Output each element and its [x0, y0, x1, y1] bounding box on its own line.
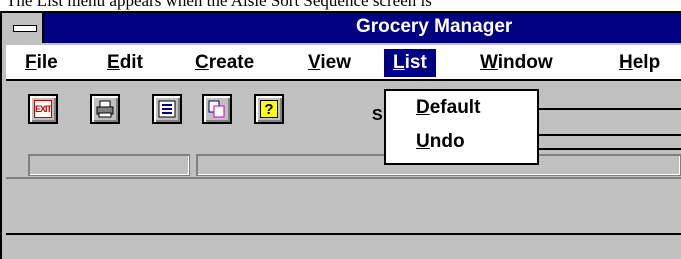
system-menu-button[interactable]: [6, 13, 44, 43]
status-bar: [6, 233, 681, 259]
menu-create[interactable]: Create: [186, 49, 263, 77]
menu-bar: File Edit Create View List Window Help: [6, 45, 681, 81]
menu-window[interactable]: Window: [471, 49, 562, 77]
print-button[interactable]: [90, 94, 120, 124]
list-dropdown-menu: Default Undo: [384, 89, 539, 165]
menu-list[interactable]: List: [384, 49, 436, 77]
help-icon: ?: [260, 100, 278, 118]
exit-button[interactable]: EXIT: [28, 94, 58, 124]
exit-icon: EXIT: [34, 100, 52, 118]
printer-icon: [96, 100, 114, 118]
status-field-left: [28, 154, 190, 176]
menu-file[interactable]: File: [16, 49, 67, 77]
copy-icon: [208, 100, 226, 118]
workspace-area: [6, 177, 681, 233]
menu-item-undo[interactable]: Undo: [416, 131, 465, 153]
list-icon: [158, 100, 176, 118]
menu-edit[interactable]: Edit: [98, 49, 152, 77]
copy-button[interactable]: [202, 94, 232, 124]
caption-text: The List menu appears when the Aisle Sor…: [6, 0, 432, 10]
menu-view[interactable]: View: [299, 49, 360, 77]
menu-help[interactable]: Help: [610, 49, 669, 77]
title-bar[interactable]: Grocery Manager: [6, 13, 681, 43]
window-title: Grocery Manager: [356, 16, 513, 37]
system-menu-icon: [13, 25, 37, 32]
list-button[interactable]: [152, 94, 182, 124]
help-button[interactable]: ?: [254, 94, 284, 124]
menu-item-default[interactable]: Default: [416, 97, 480, 119]
background-lines: [538, 100, 681, 160]
partial-label: S: [372, 107, 383, 124]
